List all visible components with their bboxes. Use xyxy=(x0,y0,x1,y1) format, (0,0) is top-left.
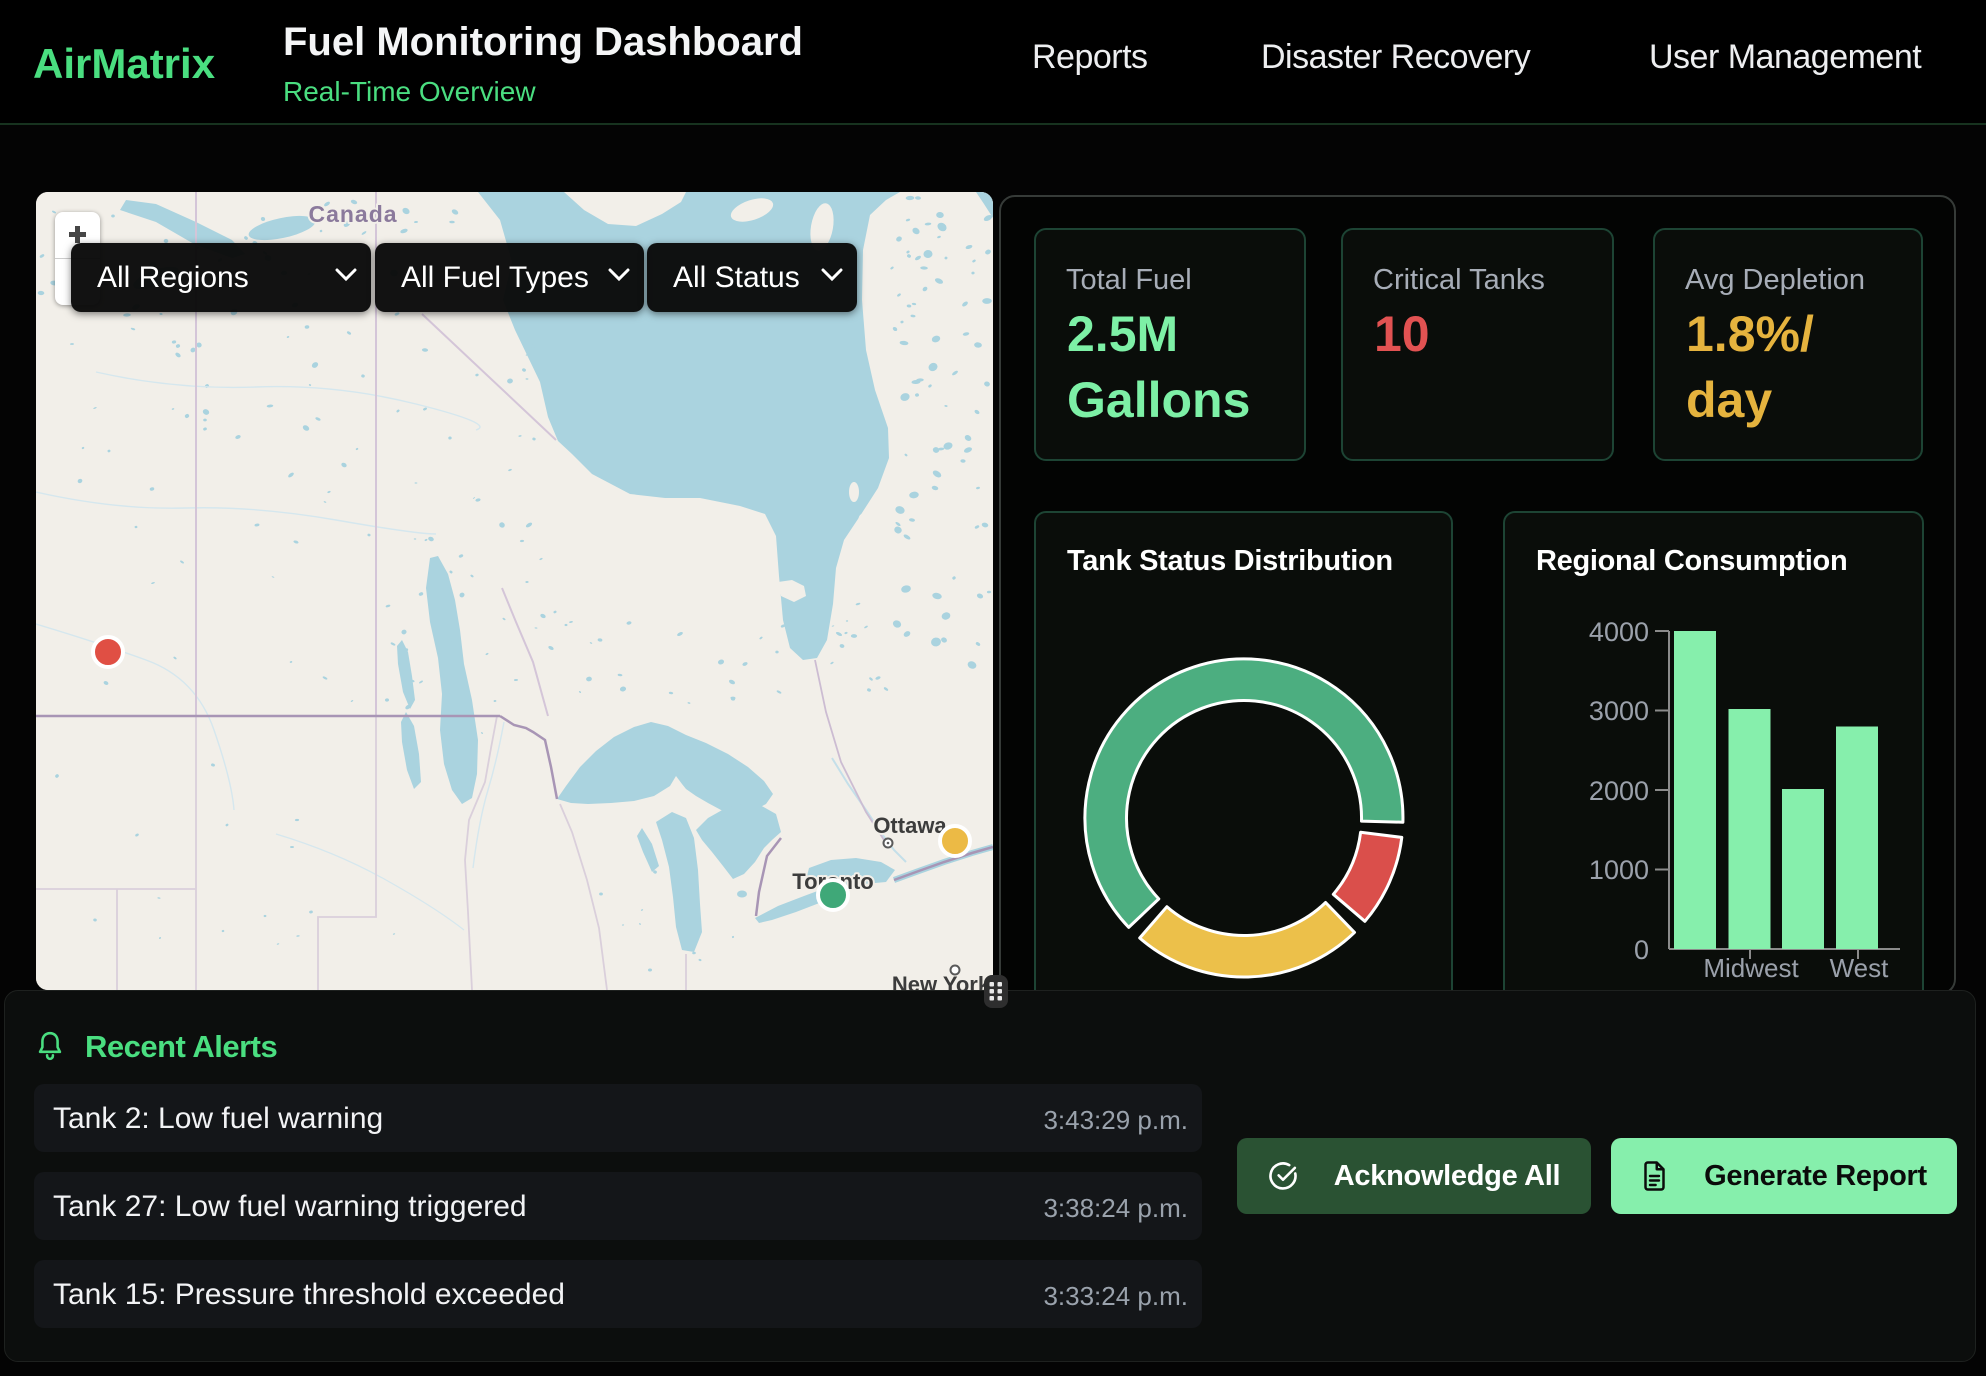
svg-text:West: West xyxy=(1830,953,1890,983)
svg-text:1000: 1000 xyxy=(1589,855,1649,885)
svg-text:2000: 2000 xyxy=(1589,776,1649,806)
svg-text:Ottawa: Ottawa xyxy=(873,813,947,838)
svg-text:Canada: Canada xyxy=(308,201,397,227)
svg-text:Midwest: Midwest xyxy=(1703,953,1799,983)
svg-text:4000: 4000 xyxy=(1589,617,1649,647)
svg-text:0: 0 xyxy=(1634,935,1649,965)
svg-text:3000: 3000 xyxy=(1589,696,1649,726)
svg-text:New York: New York xyxy=(892,972,991,990)
